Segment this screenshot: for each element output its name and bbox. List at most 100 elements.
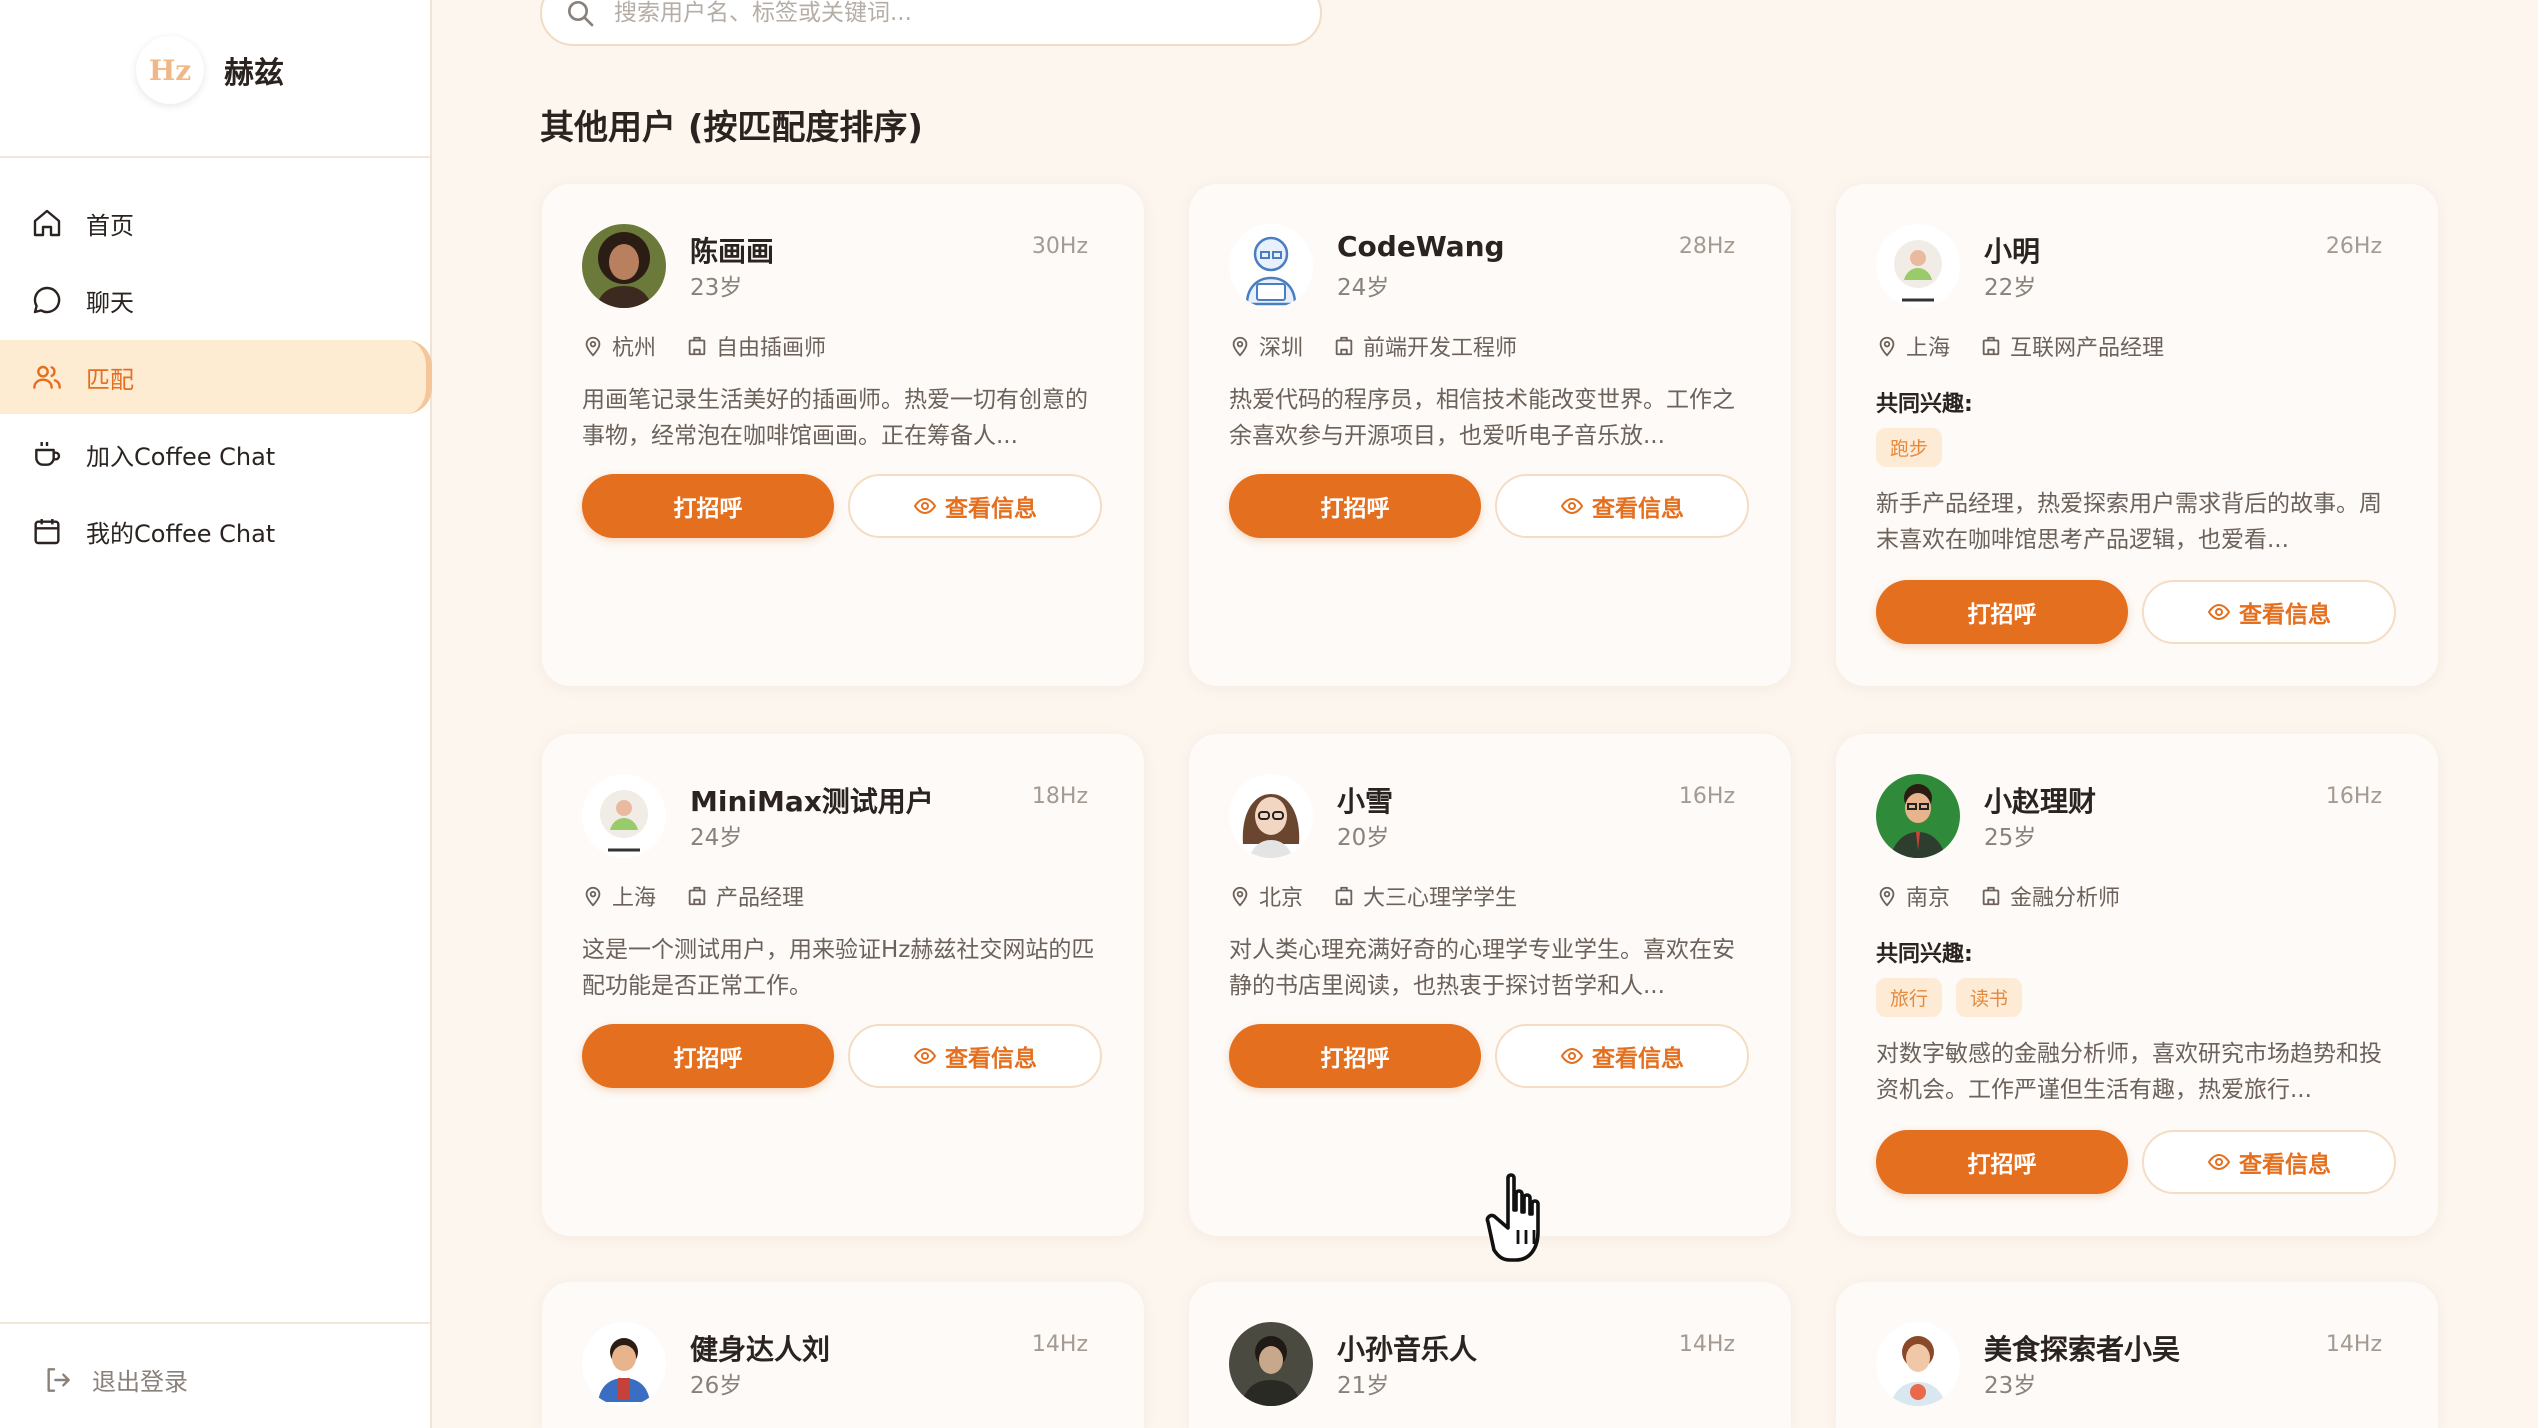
greet-button[interactable]: 打招呼 <box>582 1024 834 1088</box>
user-job-label: 自由插画师 <box>716 336 827 361</box>
user-city: 上海 <box>1906 336 1951 361</box>
sidebar-item-my-coffee-chat[interactable]: 我的Coffee Chat <box>0 494 432 568</box>
sidebar-item-label: 我的Coffee Chat <box>86 519 276 548</box>
user-job: 互联网产品经理 <box>1980 330 2164 362</box>
avatar[interactable] <box>1229 1322 1313 1406</box>
sidebar-item-home[interactable]: 首页 <box>0 186 432 260</box>
avatar[interactable] <box>582 774 666 858</box>
user-card: 小赵理财 25岁 16Hz 南京 金融分析师 共同兴趣: 旅行 读书 对数字敏感… <box>1836 734 2438 1236</box>
avatar[interactable] <box>1876 1322 1960 1406</box>
user-age: 24岁 <box>690 825 743 851</box>
divider <box>0 156 430 158</box>
interest-tag: 跑步 <box>1876 428 1943 467</box>
avatar[interactable] <box>582 224 666 308</box>
greet-button[interactable]: 打招呼 <box>1229 474 1481 538</box>
eye-icon <box>1560 497 1584 515</box>
user-bio: 热爱代码的程序员，相信技术能改变世界。工作之余喜欢参与开源项目，也爱听电子音乐放… <box>1229 387 1735 449</box>
user-name: CodeWang <box>1337 230 1505 263</box>
logout-button[interactable]: 退出登录 <box>42 1362 188 1397</box>
view-info-button[interactable]: 查看信息 <box>1495 474 1749 538</box>
user-meta: 南京 金融分析师 <box>1876 880 2120 912</box>
match-hz: 18Hz <box>1031 784 1088 809</box>
users-icon <box>30 360 64 394</box>
location-pin-icon <box>1879 886 1895 907</box>
sidebar-item-chat[interactable]: 聊天 <box>0 263 432 337</box>
view-info-label: 查看信息 <box>945 496 1037 522</box>
sidebar-nav: 首页 聊天 匹配 加入Coffee Chat 我的Coffee Chat <box>0 186 432 571</box>
user-meta: 上海 产品经理 <box>582 880 804 912</box>
sidebar-item-label: 匹配 <box>86 365 134 394</box>
user-job-label: 产品经理 <box>716 886 805 911</box>
user-job-label: 金融分析师 <box>2010 886 2121 911</box>
avatar[interactable] <box>1229 224 1313 308</box>
greet-button[interactable]: 打招呼 <box>1876 580 2128 644</box>
view-info-label: 查看信息 <box>1592 496 1684 522</box>
greet-button[interactable]: 打招呼 <box>1229 1024 1481 1088</box>
eye-icon <box>2207 603 2231 621</box>
search-bar[interactable] <box>540 0 1322 46</box>
view-info-button[interactable]: 查看信息 <box>1495 1024 1749 1088</box>
user-age: 23岁 <box>690 275 743 301</box>
interest-tag: 读书 <box>1956 978 2023 1017</box>
view-info-button[interactable]: 查看信息 <box>2142 580 2396 644</box>
user-card: CodeWang 24岁 28Hz 深圳 前端开发工程师 热爱代码的程序员，相信… <box>1189 184 1791 686</box>
user-job-label: 大三心理学学生 <box>1363 886 1518 911</box>
view-info-button[interactable]: 查看信息 <box>848 1024 1102 1088</box>
user-meta: 杭州 自由插画师 <box>582 330 826 362</box>
brand-logo: Hz <box>136 36 204 104</box>
calendar-icon <box>30 514 64 548</box>
user-bio: 对人类心理充满好奇的心理学专业学生。喜欢在安静的书店里阅读，也热衷于探讨哲学和人… <box>1229 937 1735 999</box>
match-hz: 16Hz <box>2325 784 2382 809</box>
view-info-label: 查看信息 <box>2239 1152 2331 1178</box>
location-pin-icon <box>1232 886 1248 907</box>
sidebar-item-label: 聊天 <box>86 288 134 317</box>
user-name: 陈画画 <box>690 235 775 268</box>
match-hz: 14Hz <box>1678 1332 1735 1357</box>
user-job: 大三心理学学生 <box>1333 880 1517 912</box>
avatar[interactable] <box>1229 774 1313 858</box>
user-card: 小明 22岁 26Hz 上海 互联网产品经理 共同兴趣: 跑步 新手产品经理，热… <box>1836 184 2438 686</box>
user-card: 美食探索者小吴 23岁 14Hz <box>1836 1282 2438 1428</box>
user-bio: 对数字敏感的金融分析师，喜欢研究市场趋势和投资机会。工作严谨但生活有趣，热爱旅行… <box>1876 1041 2382 1103</box>
user-age: 24岁 <box>1337 275 1390 301</box>
match-hz: 28Hz <box>1678 234 1735 259</box>
user-job: 金融分析师 <box>1980 880 2120 912</box>
avatar[interactable] <box>582 1322 666 1406</box>
view-info-button[interactable]: 查看信息 <box>2142 1130 2396 1194</box>
brand-name: 赫兹 <box>224 56 284 91</box>
user-job-label: 互联网产品经理 <box>2010 336 2165 361</box>
user-city: 杭州 <box>612 336 657 361</box>
interest-tags: 跑步 <box>1876 428 1956 467</box>
user-age: 21岁 <box>1337 1373 1390 1399</box>
view-info-button[interactable]: 查看信息 <box>848 474 1102 538</box>
hand-pointer-cursor-icon <box>1485 1173 1540 1262</box>
coffee-cup-icon <box>30 437 64 471</box>
user-bio: 新手产品经理，热爱探索用户需求背后的故事。周末喜欢在咖啡馆思考产品逻辑，也爱看.… <box>1876 491 2382 553</box>
view-info-label: 查看信息 <box>2239 602 2331 628</box>
user-name: 小明 <box>1984 235 2041 268</box>
sidebar-item-match[interactable]: 匹配 <box>0 340 432 414</box>
avatar[interactable] <box>1876 774 1960 858</box>
user-card: 小孙音乐人 21岁 14Hz <box>1189 1282 1791 1428</box>
user-job-label: 前端开发工程师 <box>1363 336 1518 361</box>
avatar[interactable] <box>1876 224 1960 308</box>
section-title: 其他用户 (按匹配度排序) <box>540 108 923 148</box>
building-icon <box>1982 886 2000 906</box>
greet-button[interactable]: 打招呼 <box>582 474 834 538</box>
building-icon <box>688 886 706 906</box>
user-name: MiniMax测试用户 <box>690 785 934 818</box>
search-input[interactable] <box>612 0 1276 27</box>
greet-button[interactable]: 打招呼 <box>1876 1130 2128 1194</box>
brand[interactable]: Hz 赫兹 <box>136 36 284 104</box>
sidebar-item-label: 首页 <box>86 211 134 240</box>
match-hz: 16Hz <box>1678 784 1735 809</box>
eye-icon <box>913 497 937 515</box>
user-meta: 上海 互联网产品经理 <box>1876 330 2164 362</box>
eye-icon <box>913 1047 937 1065</box>
interest-tags: 旅行 读书 <box>1876 978 2036 1017</box>
user-name: 小赵理财 <box>1984 785 2097 818</box>
common-interests-label: 共同兴趣: <box>1876 942 1973 967</box>
sidebar-item-join-coffee-chat[interactable]: 加入Coffee Chat <box>0 417 432 491</box>
location-pin-icon <box>1232 336 1248 357</box>
user-name: 小孙音乐人 <box>1337 1333 1478 1366</box>
